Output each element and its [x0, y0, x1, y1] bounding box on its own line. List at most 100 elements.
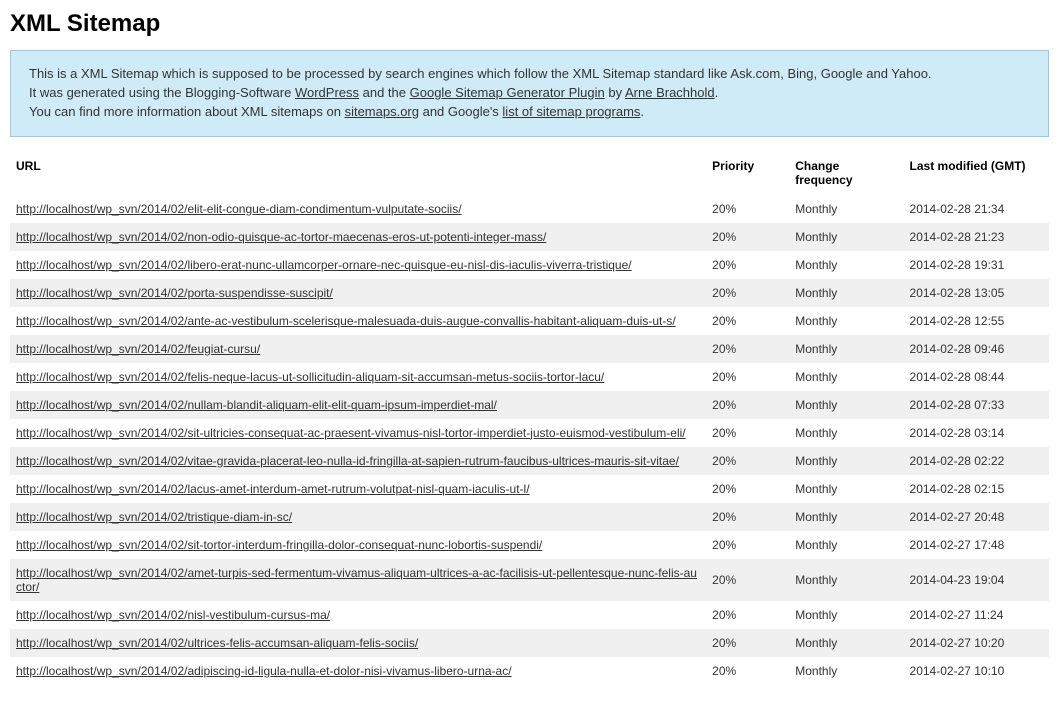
priority-cell: 20%: [706, 391, 789, 419]
url-link[interactable]: http://localhost/wp_svn/2014/02/tristiqu…: [16, 510, 292, 524]
table-row: http://localhost/wp_svn/2014/02/vitae-gr…: [10, 447, 1049, 475]
url-link[interactable]: http://localhost/wp_svn/2014/02/lacus-am…: [16, 482, 530, 496]
frequency-cell: Monthly: [789, 447, 903, 475]
table-row: http://localhost/wp_svn/2014/02/lacus-am…: [10, 475, 1049, 503]
modified-cell: 2014-02-28 21:34: [904, 195, 1049, 223]
frequency-cell: Monthly: [789, 391, 903, 419]
frequency-cell: Monthly: [789, 475, 903, 503]
sitemap-table: URL Priority Change frequency Last modif…: [10, 151, 1049, 685]
url-link[interactable]: http://localhost/wp_svn/2014/02/adipisci…: [16, 664, 512, 678]
priority-cell: 20%: [706, 279, 789, 307]
priority-cell: 20%: [706, 475, 789, 503]
modified-cell: 2014-02-28 19:31: [904, 251, 1049, 279]
frequency-cell: Monthly: [789, 601, 903, 629]
priority-cell: 20%: [706, 335, 789, 363]
frequency-cell: Monthly: [789, 335, 903, 363]
url-link[interactable]: http://localhost/wp_svn/2014/02/sit-ultr…: [16, 426, 686, 440]
frequency-cell: Monthly: [789, 363, 903, 391]
table-row: http://localhost/wp_svn/2014/02/felis-ne…: [10, 363, 1049, 391]
modified-cell: 2014-02-28 08:44: [904, 363, 1049, 391]
modified-cell: 2014-02-28 02:22: [904, 447, 1049, 475]
author-link[interactable]: Arne Brachhold: [625, 85, 715, 100]
modified-cell: 2014-02-27 11:24: [904, 601, 1049, 629]
url-link[interactable]: http://localhost/wp_svn/2014/02/felis-ne…: [16, 370, 604, 384]
priority-cell: 20%: [706, 503, 789, 531]
frequency-cell: Monthly: [789, 223, 903, 251]
priority-cell: 20%: [706, 601, 789, 629]
priority-cell: 20%: [706, 363, 789, 391]
table-row: http://localhost/wp_svn/2014/02/amet-tur…: [10, 559, 1049, 601]
frequency-cell: Monthly: [789, 657, 903, 685]
priority-cell: 20%: [706, 559, 789, 601]
table-row: http://localhost/wp_svn/2014/02/ultrices…: [10, 629, 1049, 657]
frequency-cell: Monthly: [789, 531, 903, 559]
frequency-cell: Monthly: [789, 307, 903, 335]
wordpress-link[interactable]: WordPress: [295, 85, 359, 100]
modified-cell: 2014-02-28 09:46: [904, 335, 1049, 363]
info-text: It was generated using the Blogging-Soft…: [29, 85, 295, 100]
url-link[interactable]: http://localhost/wp_svn/2014/02/sit-tort…: [16, 538, 542, 552]
table-row: http://localhost/wp_svn/2014/02/feugiat-…: [10, 335, 1049, 363]
info-text: You can find more information about XML …: [29, 104, 345, 119]
sitemaps-link[interactable]: sitemaps.org: [345, 104, 419, 119]
modified-cell: 2014-02-28 21:23: [904, 223, 1049, 251]
modified-cell: 2014-02-28 02:15: [904, 475, 1049, 503]
url-link[interactable]: http://localhost/wp_svn/2014/02/libero-e…: [16, 258, 632, 272]
table-row: http://localhost/wp_svn/2014/02/libero-e…: [10, 251, 1049, 279]
url-link[interactable]: http://localhost/wp_svn/2014/02/ante-ac-…: [16, 314, 676, 328]
info-text: by: [605, 85, 625, 100]
header-url: URL: [10, 151, 706, 195]
url-link[interactable]: http://localhost/wp_svn/2014/02/nullam-b…: [16, 398, 497, 412]
url-link[interactable]: http://localhost/wp_svn/2014/02/elit-eli…: [16, 202, 462, 216]
header-frequency: Change frequency: [789, 151, 903, 195]
modified-cell: 2014-02-27 10:10: [904, 657, 1049, 685]
url-link[interactable]: http://localhost/wp_svn/2014/02/nisl-ves…: [16, 608, 330, 622]
frequency-cell: Monthly: [789, 279, 903, 307]
table-row: http://localhost/wp_svn/2014/02/elit-eli…: [10, 195, 1049, 223]
info-text: and Google's: [419, 104, 502, 119]
frequency-cell: Monthly: [789, 419, 903, 447]
priority-cell: 20%: [706, 251, 789, 279]
info-text: This is a XML Sitemap which is supposed …: [29, 66, 932, 81]
table-row: http://localhost/wp_svn/2014/02/nullam-b…: [10, 391, 1049, 419]
priority-cell: 20%: [706, 223, 789, 251]
modified-cell: 2014-04-23 19:04: [904, 559, 1049, 601]
url-link[interactable]: http://localhost/wp_svn/2014/02/porta-su…: [16, 286, 333, 300]
table-row: http://localhost/wp_svn/2014/02/nisl-ves…: [10, 601, 1049, 629]
url-link[interactable]: http://localhost/wp_svn/2014/02/amet-tur…: [16, 566, 697, 594]
frequency-cell: Monthly: [789, 195, 903, 223]
frequency-cell: Monthly: [789, 559, 903, 601]
priority-cell: 20%: [706, 531, 789, 559]
priority-cell: 20%: [706, 195, 789, 223]
table-row: http://localhost/wp_svn/2014/02/adipisci…: [10, 657, 1049, 685]
url-link[interactable]: http://localhost/wp_svn/2014/02/vitae-gr…: [16, 454, 679, 468]
page-title: XML Sitemap: [10, 10, 1049, 38]
modified-cell: 2014-02-28 03:14: [904, 419, 1049, 447]
table-row: http://localhost/wp_svn/2014/02/tristiqu…: [10, 503, 1049, 531]
modified-cell: 2014-02-28 13:05: [904, 279, 1049, 307]
frequency-cell: Monthly: [789, 251, 903, 279]
table-row: http://localhost/wp_svn/2014/02/ante-ac-…: [10, 307, 1049, 335]
table-row: http://localhost/wp_svn/2014/02/sit-tort…: [10, 531, 1049, 559]
plugin-link[interactable]: Google Sitemap Generator Plugin: [410, 85, 605, 100]
priority-cell: 20%: [706, 419, 789, 447]
modified-cell: 2014-02-27 20:48: [904, 503, 1049, 531]
priority-cell: 20%: [706, 657, 789, 685]
modified-cell: 2014-02-27 17:48: [904, 531, 1049, 559]
frequency-cell: Monthly: [789, 629, 903, 657]
priority-cell: 20%: [706, 447, 789, 475]
modified-cell: 2014-02-28 07:33: [904, 391, 1049, 419]
modified-cell: 2014-02-27 10:20: [904, 629, 1049, 657]
frequency-cell: Monthly: [789, 503, 903, 531]
url-link[interactable]: http://localhost/wp_svn/2014/02/feugiat-…: [16, 342, 260, 356]
info-text: .: [640, 104, 644, 119]
url-link[interactable]: http://localhost/wp_svn/2014/02/ultrices…: [16, 636, 418, 650]
google-list-link[interactable]: list of sitemap programs: [502, 104, 640, 119]
header-priority: Priority: [706, 151, 789, 195]
header-modified: Last modified (GMT): [904, 151, 1049, 195]
table-row: http://localhost/wp_svn/2014/02/sit-ultr…: [10, 419, 1049, 447]
table-row: http://localhost/wp_svn/2014/02/porta-su…: [10, 279, 1049, 307]
modified-cell: 2014-02-28 12:55: [904, 307, 1049, 335]
info-text: and the: [359, 85, 410, 100]
url-link[interactable]: http://localhost/wp_svn/2014/02/non-odio…: [16, 230, 546, 244]
